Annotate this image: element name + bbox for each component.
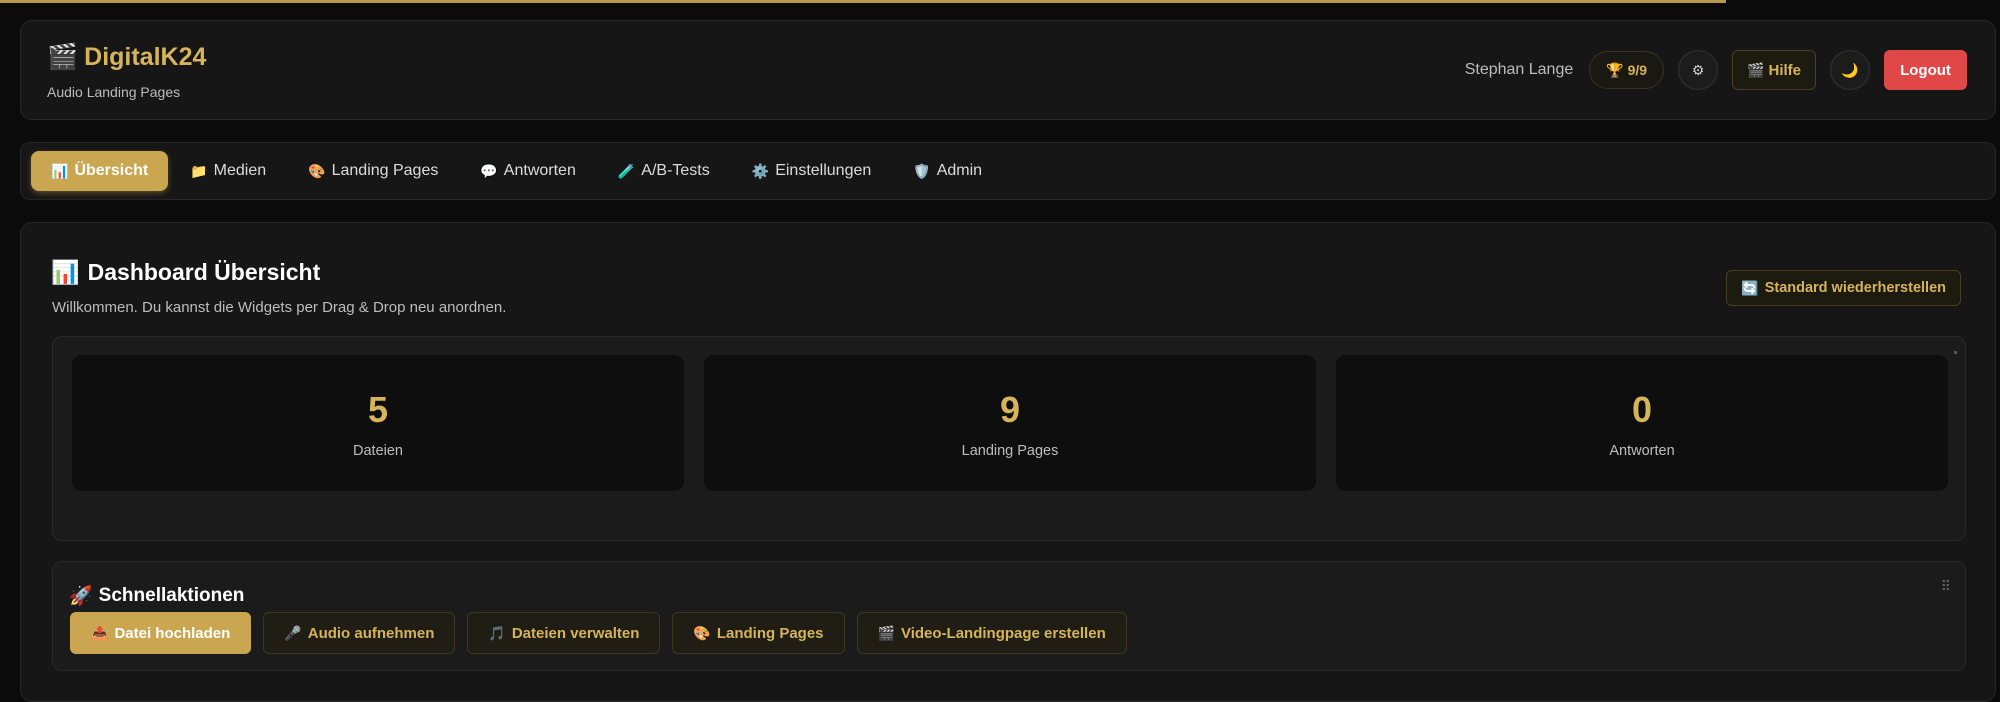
stat-value: 0	[1631, 389, 1653, 430]
top-progress-line	[0, 0, 1726, 3]
stat-value: 9	[999, 389, 1021, 430]
brand-subtitle: Audio Landing Pages	[47, 84, 181, 100]
tab-label: Medien	[213, 162, 267, 179]
trophy-icon: 🏆	[1606, 61, 1624, 78]
music-note-icon: 🎵	[488, 624, 506, 641]
quick-actions-title-text: Schnellaktionen	[98, 585, 245, 606]
page-subtitle: Willkommen. Du kannst die Widgets per Dr…	[52, 299, 507, 316]
quick-actions-list: 📤 Datei hochladen 🎤 Audio aufnehmen 🎵 Da…	[70, 612, 1127, 654]
manage-files-button[interactable]: 🎵 Dateien verwalten	[467, 612, 661, 654]
upload-icon: 📤	[91, 624, 109, 641]
gear-icon: ⚙️	[751, 162, 770, 179]
help-button[interactable]: 🎬 Hilfe	[1732, 50, 1816, 90]
brand-title[interactable]: 🎬 DigitalK24	[47, 43, 206, 72]
tab-media[interactable]: 📁 Medien	[170, 151, 286, 191]
dashboard-panel: 📊 Dashboard Übersicht Willkommen. Du kan…	[20, 222, 1996, 702]
drag-handle-icon[interactable]: ⠿	[1941, 578, 1951, 595]
create-video-landingpage-button[interactable]: 🎬 Video-Landingpage erstellen	[856, 612, 1127, 654]
button-label: Video-Landingpage erstellen	[900, 624, 1106, 642]
user-name: Stephan Lange	[1464, 61, 1574, 78]
stat-card-landing-pages: 9 Landing Pages	[704, 355, 1316, 491]
stat-label: Dateien	[353, 443, 403, 459]
fan-icon: ⚙	[1691, 61, 1705, 78]
tab-overview[interactable]: 📊 Übersicht	[31, 151, 169, 191]
tab-label: A/B-Tests	[641, 162, 710, 179]
clapper-icon: 🎬	[47, 43, 79, 71]
tab-label: Einstellungen	[775, 162, 872, 179]
help-label: Hilfe	[1768, 61, 1801, 79]
brand-name: DigitalK24	[84, 43, 207, 71]
button-label: Dateien verwalten	[511, 624, 640, 642]
trophy-count: 9/9	[1627, 62, 1648, 78]
page-title-text: Dashboard Übersicht	[87, 259, 321, 285]
logout-button[interactable]: Logout	[1884, 50, 1967, 90]
tab-label: Landing Pages	[331, 162, 439, 179]
refresh-icon: 🔄	[1741, 279, 1759, 296]
palette-icon: 🎨	[308, 162, 326, 179]
speech-bubble-icon: 💬	[480, 162, 498, 179]
clapper-icon: 🎬	[877, 624, 895, 641]
button-label: Datei hochladen	[114, 624, 231, 642]
reset-label: Standard wiederherstellen	[1764, 280, 1946, 296]
main-nav: 📊 Übersicht 📁 Medien 🎨 Landing Pages 💬 A…	[20, 142, 1996, 200]
stat-label: Antworten	[1609, 443, 1675, 459]
tab-settings[interactable]: ⚙️ Einstellungen	[732, 151, 892, 191]
tab-label: Admin	[936, 162, 983, 179]
button-label: Audio aufnehmen	[307, 624, 435, 642]
app-header: 🎬 DigitalK24 Audio Landing Pages Stephan…	[20, 20, 1996, 120]
achievements-badge[interactable]: 🏆 9/9	[1589, 51, 1665, 89]
stat-card-files: 5 Dateien	[72, 355, 684, 491]
record-audio-button[interactable]: 🎤 Audio aufnehmen	[263, 612, 456, 654]
tab-label: Übersicht	[74, 162, 149, 179]
dim-button[interactable]: ⚙	[1678, 50, 1719, 90]
tab-responses[interactable]: 💬 Antworten	[460, 151, 595, 191]
palette-icon: 🎨	[693, 624, 711, 641]
tab-landing-pages[interactable]: 🎨 Landing Pages	[288, 151, 458, 191]
test-tube-icon: 🧪	[617, 162, 636, 179]
tab-label: Antworten	[503, 162, 576, 179]
stat-value: 5	[367, 389, 389, 430]
button-label: Landing Pages	[716, 624, 824, 642]
page-title: 📊 Dashboard Übersicht	[51, 259, 320, 286]
shield-icon: 🛡️	[913, 162, 931, 179]
chart-icon: 📊	[51, 259, 80, 285]
stats-widget[interactable]: 5 Dateien 9 Landing Pages 0 Antworten	[52, 336, 1966, 541]
tab-admin[interactable]: 🛡️ Admin	[893, 151, 1002, 191]
microphone-icon: 🎤	[284, 624, 302, 641]
theme-toggle-button[interactable]: 🌙	[1830, 50, 1870, 90]
upload-file-button[interactable]: 📤 Datei hochladen	[70, 612, 252, 654]
quick-actions-title: 🚀 Schnellaktionen	[69, 584, 244, 608]
landing-pages-button[interactable]: 🎨 Landing Pages	[672, 612, 845, 654]
quick-actions-widget[interactable]: 🚀 Schnellaktionen ⠿ 📤 Datei hochladen 🎤 …	[52, 561, 1966, 671]
brand: 🎬 DigitalK24 Audio Landing Pages	[47, 43, 206, 100]
reset-layout-button[interactable]: 🔄 Standard wiederherstellen	[1726, 270, 1961, 306]
clapper-icon: 🎬	[1747, 61, 1765, 78]
tab-ab-tests[interactable]: 🧪 A/B-Tests	[598, 151, 730, 191]
drag-handle[interactable]	[1954, 351, 1957, 354]
folder-icon: 📁	[190, 162, 208, 179]
stat-label: Landing Pages	[961, 443, 1059, 459]
stat-card-responses: 0 Antworten	[1336, 355, 1948, 491]
rocket-icon: 🚀	[69, 586, 93, 607]
header-actions: Stephan Lange 🏆 9/9 ⚙ 🎬 Hilfe 🌙 Logout	[1465, 50, 1967, 90]
chart-icon: 📊	[51, 162, 69, 179]
moon-icon: 🌙	[1841, 61, 1859, 78]
